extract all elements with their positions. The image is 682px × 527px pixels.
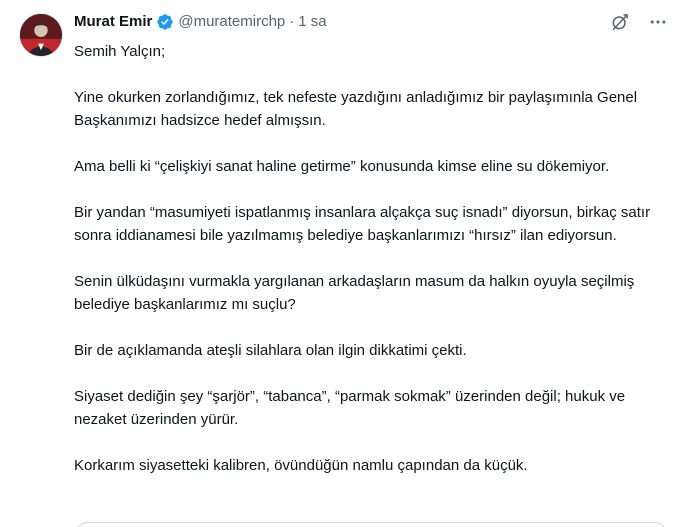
tweet: Murat Emir @muratemirchp · 1 sa Semih Ya… xyxy=(0,0,682,527)
tweet-paragraph: Bir de açıklamanda ateşli silahlara olan… xyxy=(74,342,467,359)
timestamp[interactable]: 1 sa xyxy=(298,12,326,32)
tweet-header-actions xyxy=(610,12,668,32)
tweet-paragraph: Korkarım siyasetteki kalibren, övündüğün… xyxy=(74,457,528,474)
avatar[interactable] xyxy=(19,13,63,57)
separator-dot: · xyxy=(289,13,295,30)
tweet-paragraph: Bir yandan “masumiyeti ispatlanmış insan… xyxy=(74,204,651,244)
grok-icon[interactable] xyxy=(610,12,630,32)
more-options-icon[interactable] xyxy=(648,12,668,32)
tweet-paragraph: Ama belli ki “çelişkiyi sanat haline get… xyxy=(74,158,610,175)
tweet-header: Murat Emir @muratemirchp · 1 sa xyxy=(74,12,327,32)
author-handle[interactable]: @muratemirchp xyxy=(178,12,285,32)
quoted-card-edge[interactable] xyxy=(74,522,668,527)
tweet-paragraph: Senin ülküdaşını vurmakla yargılanan ark… xyxy=(74,273,635,313)
author-name[interactable]: Murat Emir xyxy=(74,12,152,32)
tweet-paragraph: Semih Yalçın; xyxy=(74,43,166,60)
tweet-paragraph: Siyaset dediğin şey “şarjör”, “tabanca”,… xyxy=(74,388,626,428)
tweet-paragraph: Yine okurken zorlandığımız, tek nefeste … xyxy=(74,89,638,129)
verified-badge-icon xyxy=(156,13,174,31)
tweet-text: Semih Yalçın; Yine okurken zorlandığımız… xyxy=(74,40,674,500)
